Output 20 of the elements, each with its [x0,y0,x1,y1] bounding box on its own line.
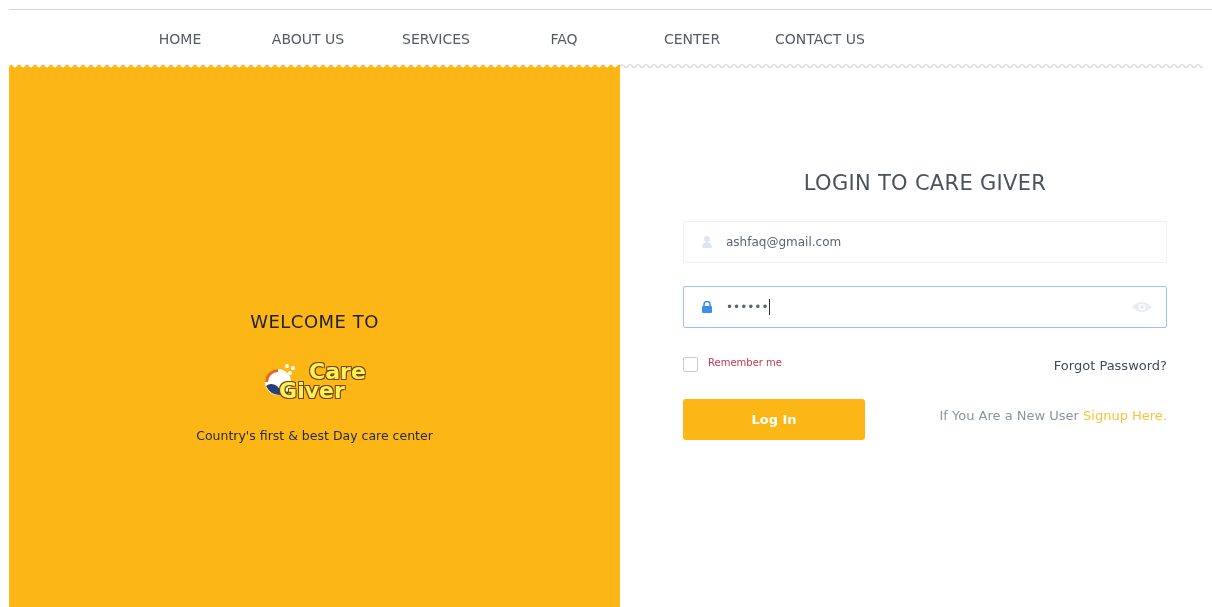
tagline: Country's first & best Day care center [196,428,433,443]
welcome-heading: WELCOME TO [250,311,379,332]
nav-link[interactable]: FAQ [500,30,628,47]
logo: Care Giver [263,362,366,402]
user-icon [702,236,712,248]
nav-link[interactable]: ABOUT US [244,30,372,47]
text-cursor [769,299,771,315]
password-field[interactable]: •••••• [683,286,1167,328]
nav-link[interactable]: SERVICES [372,30,500,47]
forgot-password-link[interactable]: Forgot Password? [1053,358,1167,373]
remember-label: Remember me [708,357,782,368]
nav-link[interactable]: CONTACT US [756,30,884,47]
nav-link[interactable]: CENTER [628,30,756,47]
email-field[interactable]: ashfaq@gmail.com [683,221,1167,263]
eye-icon[interactable] [1132,301,1152,313]
nav-link[interactable]: HOME [116,30,244,47]
login-title: LOGIN TO CARE GIVER [802,171,1048,195]
signup-text: If You Are a New User Signup Here. [939,407,1167,423]
remember-checkbox[interactable] [683,356,698,372]
lock-icon [702,301,712,313]
